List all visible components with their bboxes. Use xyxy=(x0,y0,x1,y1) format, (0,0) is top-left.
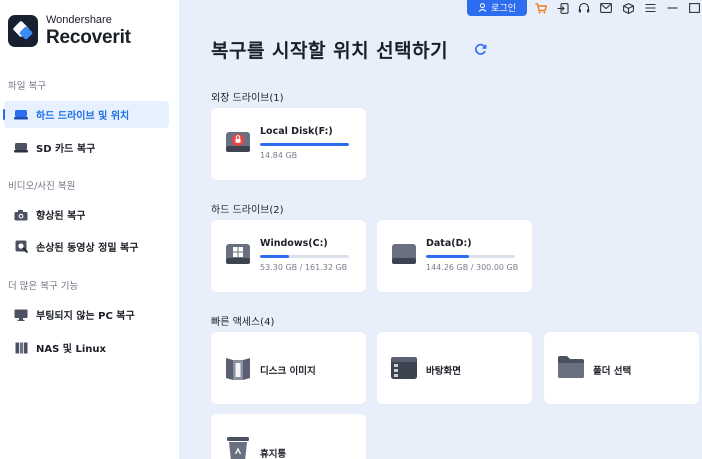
drive-usage-fill xyxy=(260,255,290,258)
quick-access-desktop[interactable]: 바탕화면 xyxy=(377,332,532,404)
camera-icon xyxy=(14,209,28,221)
sidebar-item-label: 부팅되지 않는 PC 복구 xyxy=(36,311,135,322)
drive-name: Data(D:) xyxy=(426,238,472,249)
drive-size: 144.26 GB / 300.00 GB xyxy=(426,263,519,272)
login-label: 로그인 xyxy=(491,4,516,14)
sidebar-item-hard-drive[interactable]: 하드 드라이브 및 위치 xyxy=(3,101,169,128)
quick-access-recycle-bin[interactable]: 휴지통 xyxy=(211,414,366,459)
desktop-icon xyxy=(390,354,418,386)
drive-usage-fill xyxy=(426,255,469,258)
quick-access-select-folder[interactable]: 폴더 선택 xyxy=(544,332,699,404)
user-icon xyxy=(478,3,487,12)
login-button[interactable]: 로그인 xyxy=(467,0,527,16)
quick-access-label: 휴지통 xyxy=(260,449,287,459)
mail-icon[interactable] xyxy=(600,2,612,14)
brand-product: Recoverit xyxy=(46,27,131,48)
drive-size: 14.84 GB xyxy=(260,151,298,160)
cart-icon[interactable] xyxy=(535,2,547,14)
box-icon[interactable] xyxy=(622,2,634,14)
maximize-icon[interactable] xyxy=(688,2,700,14)
external-drive-icon xyxy=(225,129,251,159)
recoverit-logo-icon xyxy=(8,15,38,47)
brand-company: Wondershare xyxy=(46,14,112,26)
sidebar-item-label: SD 카드 복구 xyxy=(36,144,96,155)
folder-icon xyxy=(557,354,585,384)
quick-access-disk-image[interactable]: 디스크 이미지 xyxy=(211,332,366,404)
quick-access-label: 디스크 이미지 xyxy=(260,366,316,377)
drive-name: Local Disk(F:) xyxy=(260,126,333,137)
sidebar-item-label: 하드 드라이브 및 위치 xyxy=(36,111,130,122)
minimize-icon[interactable] xyxy=(666,2,678,14)
group-title-external: 외장 드라이브(1) xyxy=(211,93,284,104)
windows-drive-icon xyxy=(225,241,251,271)
hard-drive-icon xyxy=(14,109,28,121)
recycle-bin-icon xyxy=(224,434,252,459)
video-repair-icon xyxy=(14,240,28,253)
menu-icon[interactable] xyxy=(644,2,656,14)
active-indicator xyxy=(3,109,5,120)
quick-access-label: 폴더 선택 xyxy=(593,366,632,377)
drive-usage-bar xyxy=(426,255,515,258)
hard-drive-icon xyxy=(391,241,417,271)
drive-card-windows-c[interactable]: Windows(C:) 53.30 GB / 161.32 GB xyxy=(211,220,366,292)
sidebar-item-unbootable-pc[interactable]: 부팅되지 않는 PC 복구 xyxy=(4,301,169,328)
group-title-quick-access: 빠른 액세스(4) xyxy=(211,317,275,328)
sidebar: Wondershare Recoverit 파일 복구 하드 드라이브 및 위치… xyxy=(0,0,179,459)
drive-usage-bar xyxy=(260,255,349,258)
drive-usage-fill xyxy=(260,143,349,146)
brand-logo: Wondershare Recoverit xyxy=(8,15,131,47)
disk-image-icon xyxy=(224,354,252,386)
sign-in-icon[interactable] xyxy=(557,2,569,14)
section-file-recovery: 파일 복구 xyxy=(8,81,46,92)
section-more-features: 더 많은 복구 기능 xyxy=(8,281,79,292)
sidebar-item-sd-card[interactable]: SD 카드 복구 xyxy=(4,134,169,161)
group-title-hard-drives: 하드 드라이브(2) xyxy=(211,205,284,216)
refresh-icon[interactable] xyxy=(474,43,487,56)
nas-server-icon xyxy=(14,342,28,354)
quick-access-label: 바탕화면 xyxy=(426,366,461,377)
drive-usage-bar xyxy=(260,143,349,146)
sidebar-item-enhanced-recovery[interactable]: 향상된 복구 xyxy=(4,201,169,228)
sidebar-item-label: 향상된 복구 xyxy=(36,211,86,222)
sd-card-icon xyxy=(14,142,28,154)
monitor-icon xyxy=(14,309,28,321)
section-video-photo: 비디오/사진 복원 xyxy=(8,181,76,192)
drive-card-data-d[interactable]: Data(D:) 144.26 GB / 300.00 GB xyxy=(377,220,532,292)
sidebar-item-label: NAS 및 Linux xyxy=(36,344,106,355)
sidebar-item-video-repair[interactable]: 손상된 동영상 정밀 복구 xyxy=(4,233,169,260)
drive-size: 53.30 GB / 161.32 GB xyxy=(260,263,348,272)
page-title: 복구를 시작할 위치 선택하기 xyxy=(211,40,449,62)
sidebar-item-label: 손상된 동영상 정밀 복구 xyxy=(36,243,139,254)
headset-support-icon[interactable] xyxy=(578,2,590,14)
drive-card-local-disk-f[interactable]: Local Disk(F:) 14.84 GB xyxy=(211,108,366,180)
drive-name: Windows(C:) xyxy=(260,238,328,249)
sidebar-item-nas-linux[interactable]: NAS 및 Linux xyxy=(4,334,169,361)
